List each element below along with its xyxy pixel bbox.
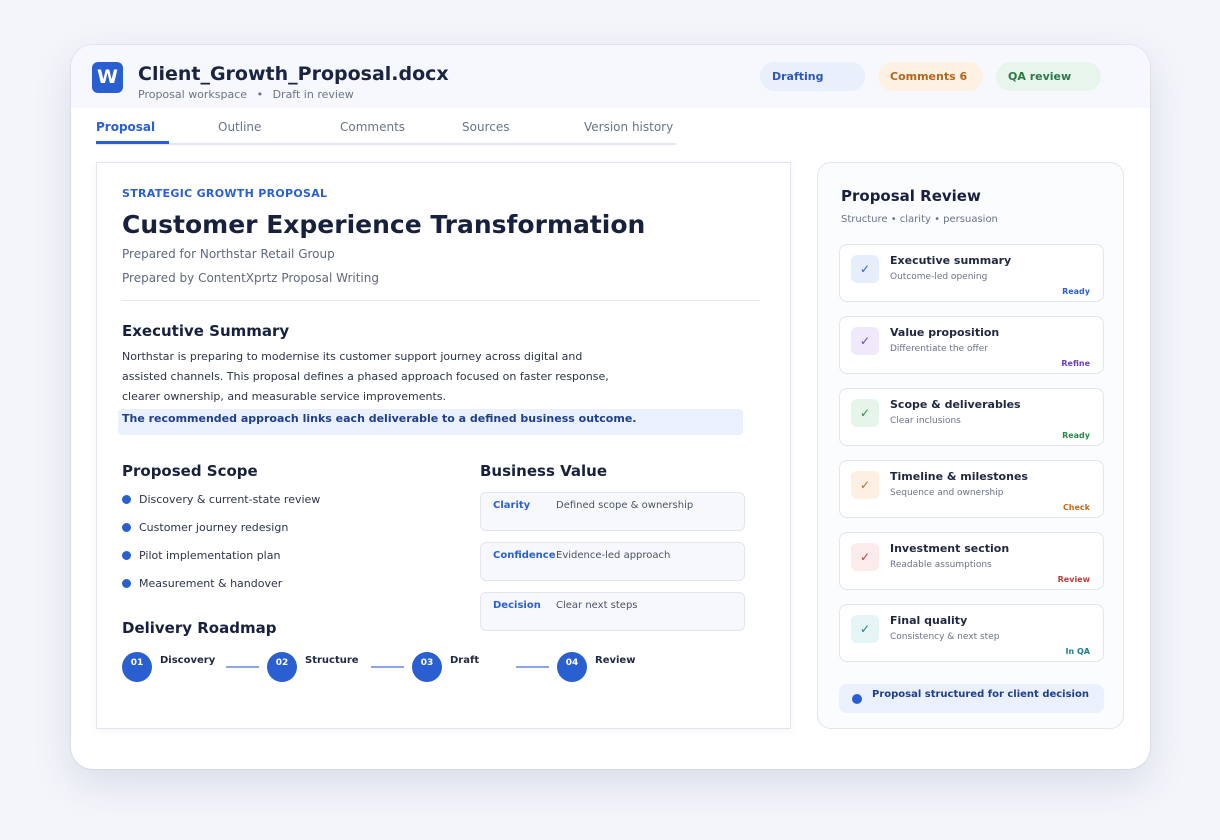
value-card-decision: Decision Clear next steps — [480, 592, 745, 631]
bullet-dot-icon — [122, 579, 131, 588]
check-icon: ✓ — [851, 543, 879, 571]
roadmap-step-label: Review — [595, 655, 636, 666]
status-dot-icon — [852, 694, 862, 704]
scope-item: Measurement & handover — [122, 577, 282, 590]
review-panel-title: Proposal Review — [841, 187, 981, 205]
title-divider — [122, 300, 760, 301]
review-item-title: Final quality — [890, 614, 968, 627]
check-icon: ✓ — [851, 615, 879, 643]
document-page[interactable]: STRATEGIC GROWTH PROPOSAL Customer Exper… — [96, 162, 791, 729]
bullet-dot-icon — [122, 551, 131, 560]
tab-bar: Proposal Outline Comments Sources Versio… — [96, 108, 676, 145]
review-item-subtitle: Consistency & next step — [890, 632, 1000, 642]
scope-item: Customer journey redesign — [122, 521, 288, 534]
comments-count-pill[interactable]: Comments 6 — [878, 62, 983, 91]
review-item-status: Review — [1057, 575, 1090, 584]
prepared-for: Prepared for Northstar Retail Group — [122, 247, 335, 261]
review-item-status: Refine — [1061, 359, 1090, 368]
draft-status-label: Draft in review — [272, 88, 354, 101]
tab-sources[interactable]: Sources — [462, 120, 509, 134]
review-card-timeline-milestones[interactable]: ✓ Timeline & milestones Sequence and own… — [839, 460, 1104, 518]
tab-proposal[interactable]: Proposal — [96, 120, 155, 134]
review-card-value-proposition[interactable]: ✓ Value proposition Differentiate the of… — [839, 316, 1104, 374]
roadmap-step-number: 02 — [267, 652, 297, 682]
business-value-heading: Business Value — [480, 462, 608, 480]
roadmap-step-number: 01 — [122, 652, 152, 682]
review-item-subtitle: Clear inclusions — [890, 416, 961, 426]
review-item-title: Timeline & milestones — [890, 470, 1028, 483]
scope-item: Pilot implementation plan — [122, 549, 280, 562]
summary-line: clearer ownership, and measurable servic… — [122, 390, 447, 403]
review-item-subtitle: Outcome-led opening — [890, 272, 988, 282]
value-key: Decision — [493, 600, 541, 611]
executive-summary-text: Northstar is preparing to modernise its … — [122, 347, 622, 407]
document-subtitle: Proposal workspace • Draft in review — [138, 88, 354, 101]
summary-line: Northstar is preparing to modernise its … — [122, 350, 583, 363]
decision-banner: Proposal structured for client decision — [839, 684, 1104, 713]
summary-line: assisted channels. This proposal defines… — [122, 370, 609, 383]
review-item-subtitle: Readable assumptions — [890, 560, 992, 570]
value-text: Evidence-led approach — [556, 550, 671, 561]
document-title: Client_Growth_Proposal.docx — [138, 63, 449, 85]
value-key: Clarity — [493, 500, 531, 511]
qa-review-pill[interactable]: QA review — [996, 62, 1101, 91]
check-icon: ✓ — [851, 399, 879, 427]
review-card-executive-summary[interactable]: ✓ Executive summary Outcome-led opening … — [839, 244, 1104, 302]
review-card-final-quality[interactable]: ✓ Final quality Consistency & next step … — [839, 604, 1104, 662]
roadmap-connector — [371, 666, 404, 668]
proposed-scope-heading: Proposed Scope — [122, 462, 258, 480]
value-card-clarity: Clarity Defined scope & ownership — [480, 492, 745, 531]
roadmap-step-number: 03 — [412, 652, 442, 682]
check-icon: ✓ — [851, 255, 879, 283]
banner-text: Proposal structured for client decision — [872, 689, 1089, 700]
separator-dot: • — [256, 88, 264, 101]
value-text: Defined scope & ownership — [556, 500, 694, 511]
app-window: W Client_Growth_Proposal.docx Proposal w… — [71, 45, 1150, 769]
prepared-by: Prepared by ContentXprtz Proposal Writin… — [122, 271, 379, 285]
review-item-status: Check — [1062, 503, 1090, 512]
tab-outline[interactable]: Outline — [218, 120, 261, 134]
workspace-label: Proposal workspace — [138, 88, 248, 101]
document-kicker: STRATEGIC GROWTH PROPOSAL — [122, 187, 328, 200]
title-bar: W Client_Growth_Proposal.docx Proposal w… — [71, 45, 1150, 108]
review-card-investment-section[interactable]: ✓ Investment section Readable assumption… — [839, 532, 1104, 590]
check-icon: ✓ — [851, 471, 879, 499]
value-text: Clear next steps — [556, 600, 638, 611]
bullet-dot-icon — [122, 523, 131, 532]
review-panel-subtitle: Structure • clarity • persuasion — [841, 214, 998, 225]
roadmap-step-label: Draft — [450, 655, 480, 666]
scope-item: Discovery & current-state review — [122, 493, 320, 506]
delivery-roadmap-heading: Delivery Roadmap — [122, 619, 277, 637]
review-card-scope-deliverables[interactable]: ✓ Scope & deliverables Clear inclusions … — [839, 388, 1104, 446]
review-item-status: In QA — [1065, 647, 1090, 656]
roadmap-step-label: Discovery — [160, 655, 216, 666]
value-key: Confidence — [493, 550, 556, 561]
drafting-status-pill[interactable]: Drafting — [760, 62, 865, 91]
proposal-review-panel: Proposal Review Structure • clarity • pe… — [817, 162, 1124, 729]
bullet-dot-icon — [122, 495, 131, 504]
review-item-subtitle: Sequence and ownership — [890, 488, 1004, 498]
review-item-status: Ready — [1062, 431, 1090, 440]
review-item-subtitle: Differentiate the offer — [890, 344, 988, 354]
review-item-title: Scope & deliverables — [890, 398, 1021, 411]
tab-comments[interactable]: Comments — [340, 120, 405, 134]
tab-version-history[interactable]: Version history — [584, 120, 673, 134]
roadmap-step-label: Structure — [305, 655, 359, 666]
roadmap-connector — [226, 666, 259, 668]
highlighted-statement: The recommended approach links each deli… — [118, 409, 743, 435]
value-card-confidence: Confidence Evidence-led approach — [480, 542, 745, 581]
word-doc-icon: W — [92, 62, 123, 93]
roadmap-step-number: 04 — [557, 652, 587, 682]
roadmap-connector — [516, 666, 549, 668]
review-item-status: Ready — [1062, 287, 1090, 296]
review-item-title: Investment section — [890, 542, 1010, 555]
review-item-title: Value proposition — [890, 326, 1000, 339]
check-icon: ✓ — [851, 327, 879, 355]
proposal-title: Customer Experience Transformation — [122, 210, 646, 239]
review-item-title: Executive summary — [890, 254, 1012, 267]
active-tab-indicator — [96, 141, 169, 144]
executive-summary-heading: Executive Summary — [122, 322, 290, 340]
